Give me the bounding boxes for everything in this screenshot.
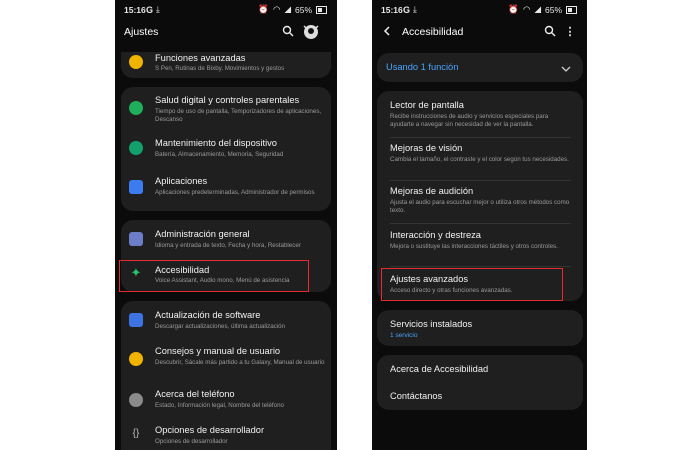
status-time: 15:16 (381, 5, 403, 15)
active-features-card[interactable]: Usando 1 función (377, 53, 583, 82)
page-title: Ajustes (124, 26, 159, 38)
option-vision-enhancements[interactable]: Mejoras de visión Cambia el tamaño, el c… (377, 140, 583, 178)
settings-item-advanced-features[interactable]: Funciones avanzadas S Pen, Rutinas de Bi… (121, 52, 331, 78)
wifi-icon: ◠ (273, 4, 281, 14)
settings-item-developer-options[interactable]: {} Opciones de desarrollador Opciones de… (121, 423, 331, 450)
avatar[interactable] (301, 23, 321, 41)
page-title: Accesibilidad (402, 26, 464, 38)
contact-us-link[interactable]: Contáctanos (390, 391, 442, 401)
installed-services-title: Servicios instalados (390, 319, 473, 329)
apps-icon (129, 180, 143, 194)
chevron-down-icon (561, 61, 571, 79)
google-icon: G (403, 4, 411, 15)
status-time: 15:16 (124, 5, 146, 15)
divider (390, 180, 571, 181)
active-features-label: Usando 1 función (386, 62, 459, 72)
info-card: Acerca de Accesibilidad Contáctanos (377, 355, 583, 410)
option-interaction-dexterity[interactable]: Interacción y destreza Mejora o sustituy… (377, 227, 583, 265)
installed-services-count: 1 servicio (390, 332, 418, 339)
settings-screen: 15:16 G ⤓ ⏰ ◠ ◢ 65% Ajustes Funciones av… (115, 0, 337, 450)
developer-braces-icon: {} (132, 428, 140, 439)
more-options-icon[interactable]: ⋮ (563, 25, 577, 39)
settings-item-about-phone[interactable]: Acerca del teléfono Estado, Información … (121, 387, 331, 417)
software-update-icon (129, 313, 143, 327)
app-bar: Accesibilidad ⋮ (372, 20, 587, 46)
settings-card: Actualización de software Descargar actu… (121, 301, 331, 450)
option-screen-reader[interactable]: Lector de pantalla Recibe instrucciones … (377, 97, 583, 135)
highlight-box (119, 260, 309, 292)
settings-card: Funciones avanzadas S Pen, Rutinas de Bi… (121, 52, 331, 78)
settings-item-software-update[interactable]: Actualización de software Descargar actu… (121, 307, 331, 337)
battery-level: 65% (294, 4, 312, 15)
divider (390, 223, 571, 224)
download-icon: ⤓ (413, 4, 417, 14)
battery-icon (566, 5, 577, 14)
settings-item-digital-wellbeing[interactable]: Salud digital y controles parentales Tie… (121, 93, 331, 131)
google-icon: G (146, 4, 154, 15)
download-icon: ⤓ (156, 4, 160, 14)
gear-star-icon (129, 55, 143, 69)
alarm-icon: ⏰ (508, 4, 520, 14)
settings-item-apps[interactable]: Aplicaciones Aplicaciones predeterminada… (121, 171, 331, 205)
settings-item-device-care[interactable]: Mantenimiento del dispositivo Batería, A… (121, 135, 331, 165)
divider (390, 137, 571, 138)
wifi-icon: ◠ (523, 4, 531, 14)
sliders-icon (129, 232, 143, 246)
device-care-icon (129, 141, 143, 155)
installed-services-card[interactable]: Servicios instalados 1 servicio (377, 310, 583, 346)
option-hearing-enhancements[interactable]: Mejoras de audición Ajusta el audio para… (377, 183, 583, 221)
accessibility-screen: 15:16 G ⤓ ⏰ ◠ ◢ 65% Accesibilidad ⋮ Usan… (372, 0, 587, 450)
settings-item-tips[interactable]: Consejos y manual de usuario Descubrir, … (121, 344, 331, 382)
signal-icon: ◢ (284, 4, 291, 14)
about-accessibility-link[interactable]: Acerca de Accesibilidad (390, 364, 488, 374)
battery-icon (316, 5, 327, 14)
highlight-box (381, 268, 563, 301)
search-icon[interactable] (543, 25, 557, 39)
search-icon[interactable] (281, 25, 295, 39)
info-icon (129, 393, 143, 407)
back-arrow-icon[interactable] (380, 25, 394, 39)
alarm-icon: ⏰ (258, 4, 270, 14)
settings-card: Salud digital y controles parentales Tie… (121, 87, 331, 211)
status-bar: 15:16 G ⤓ ⏰ ◠ ◢ 65% (372, 0, 587, 20)
divider (390, 266, 571, 267)
settings-item-general-management[interactable]: Administración general Idioma y entrada … (121, 226, 331, 256)
digital-wellbeing-icon (129, 101, 143, 115)
lightbulb-icon (129, 352, 143, 366)
battery-level: 65% (544, 4, 562, 15)
app-bar: Ajustes (115, 20, 337, 46)
signal-icon: ◢ (534, 4, 541, 14)
status-bar: 15:16 G ⤓ ⏰ ◠ ◢ 65% (115, 0, 337, 20)
